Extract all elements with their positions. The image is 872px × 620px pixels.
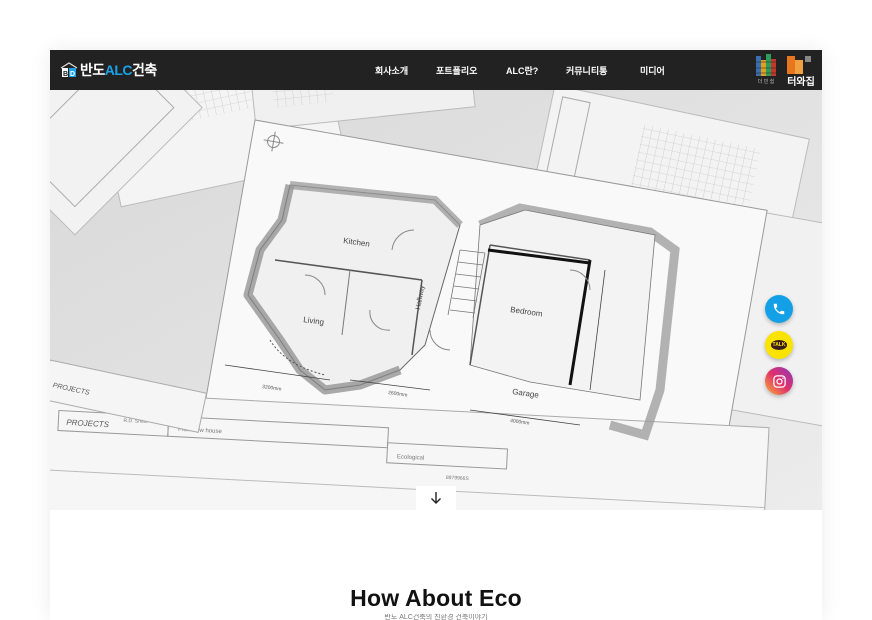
nav-item-company[interactable]: 회사소개 xyxy=(375,64,408,77)
nav-item-community[interactable]: 커뮤니티통 xyxy=(566,64,607,77)
instagram-icon xyxy=(772,374,786,388)
nav-item-media[interactable]: 미디어 xyxy=(640,64,665,77)
svg-text:D: D xyxy=(70,71,75,78)
nav-item-about-alc[interactable]: ALC란? xyxy=(506,64,538,77)
logo-text-suffix: 건축 xyxy=(132,62,157,78)
partner-badge-left[interactable]: 더 빈 쉼 xyxy=(755,54,777,86)
section-title: How About Eco xyxy=(350,585,522,611)
tower-logo-icon xyxy=(787,56,811,74)
logo-mark-icon: B D xyxy=(60,62,78,78)
floor-plan-illustration: PROJECTS R.D. Smith Plan view house Ecol… xyxy=(50,90,822,510)
logo-text-prefix: 반도 xyxy=(80,62,105,78)
scroll-down-button[interactable] xyxy=(416,486,456,510)
sheet-number-label: 8979966S xyxy=(446,475,470,482)
phone-button[interactable] xyxy=(765,295,793,323)
page-frame: B D 반도ALC건축 회사소개 포트폴리오 ALC란? 커뮤니티통 미디어 더… xyxy=(50,50,822,620)
logo-text-accent: ALC xyxy=(104,62,133,78)
partner-badge-right-caption: 터와집 xyxy=(787,77,815,88)
top-navigation-bar: B D 반도ALC건축 회사소개 포트폴리오 ALC란? 커뮤니티통 미디어 더… xyxy=(50,50,822,90)
hero-blueprint-image: PROJECTS R.D. Smith Plan view house Ecol… xyxy=(50,90,822,510)
logo-text: 반도ALC건축 xyxy=(80,60,157,80)
nav-item-portfolio[interactable]: 포트폴리오 xyxy=(436,64,477,77)
site-logo[interactable]: B D 반도ALC건축 xyxy=(60,60,157,80)
instagram-button[interactable] xyxy=(765,367,793,395)
section-subtitle: 반도 ALC건축의 친환경 건축이야기 xyxy=(384,614,488,620)
partner-badge-right[interactable]: 터와집 xyxy=(785,54,817,88)
kakao-talk-icon: TALK xyxy=(770,340,788,350)
partner-badge-left-caption: 더 빈 쉼 xyxy=(757,79,775,85)
arrow-down-icon xyxy=(431,492,441,504)
svg-text:B: B xyxy=(63,71,68,78)
phone-icon xyxy=(773,303,785,315)
kakao-talk-button[interactable]: TALK xyxy=(765,331,793,359)
